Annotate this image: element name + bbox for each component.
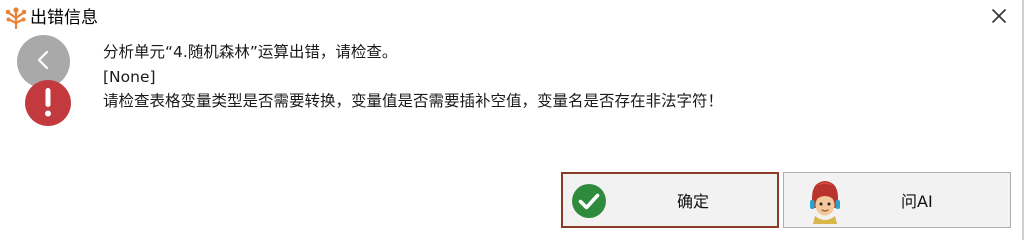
ok-button[interactable]: 确定 (561, 172, 779, 228)
tree-logo-icon (4, 6, 28, 30)
exclamation-icon (25, 80, 71, 126)
dialog-title: 出错信息 (30, 8, 98, 28)
close-button[interactable] (984, 4, 1014, 32)
ask-ai-button[interactable]: 问AI (783, 172, 1011, 228)
error-hint-line: 请检查表格变量类型是否需要转换，变量值是否需要插补空值，变量名是否存在非法字符！ (103, 92, 724, 110)
ok-button-label: 确定 (677, 192, 710, 211)
error-dialog: 出错信息 分析单元“4.随机森林”运算出错，请检查。 [None] 请检查表格变… (0, 0, 1024, 240)
error-message-line: 分析单元“4.随机森林”运算出错，请检查。 (103, 43, 398, 61)
ask-ai-button-label: 问AI (901, 192, 933, 211)
check-circle-icon (571, 183, 607, 219)
error-detail-line: [None] (103, 68, 156, 86)
chevron-left-icon (34, 49, 54, 75)
avatar-icon (806, 178, 844, 224)
title-bar: 出错信息 (0, 0, 1024, 36)
close-icon (991, 8, 1007, 28)
